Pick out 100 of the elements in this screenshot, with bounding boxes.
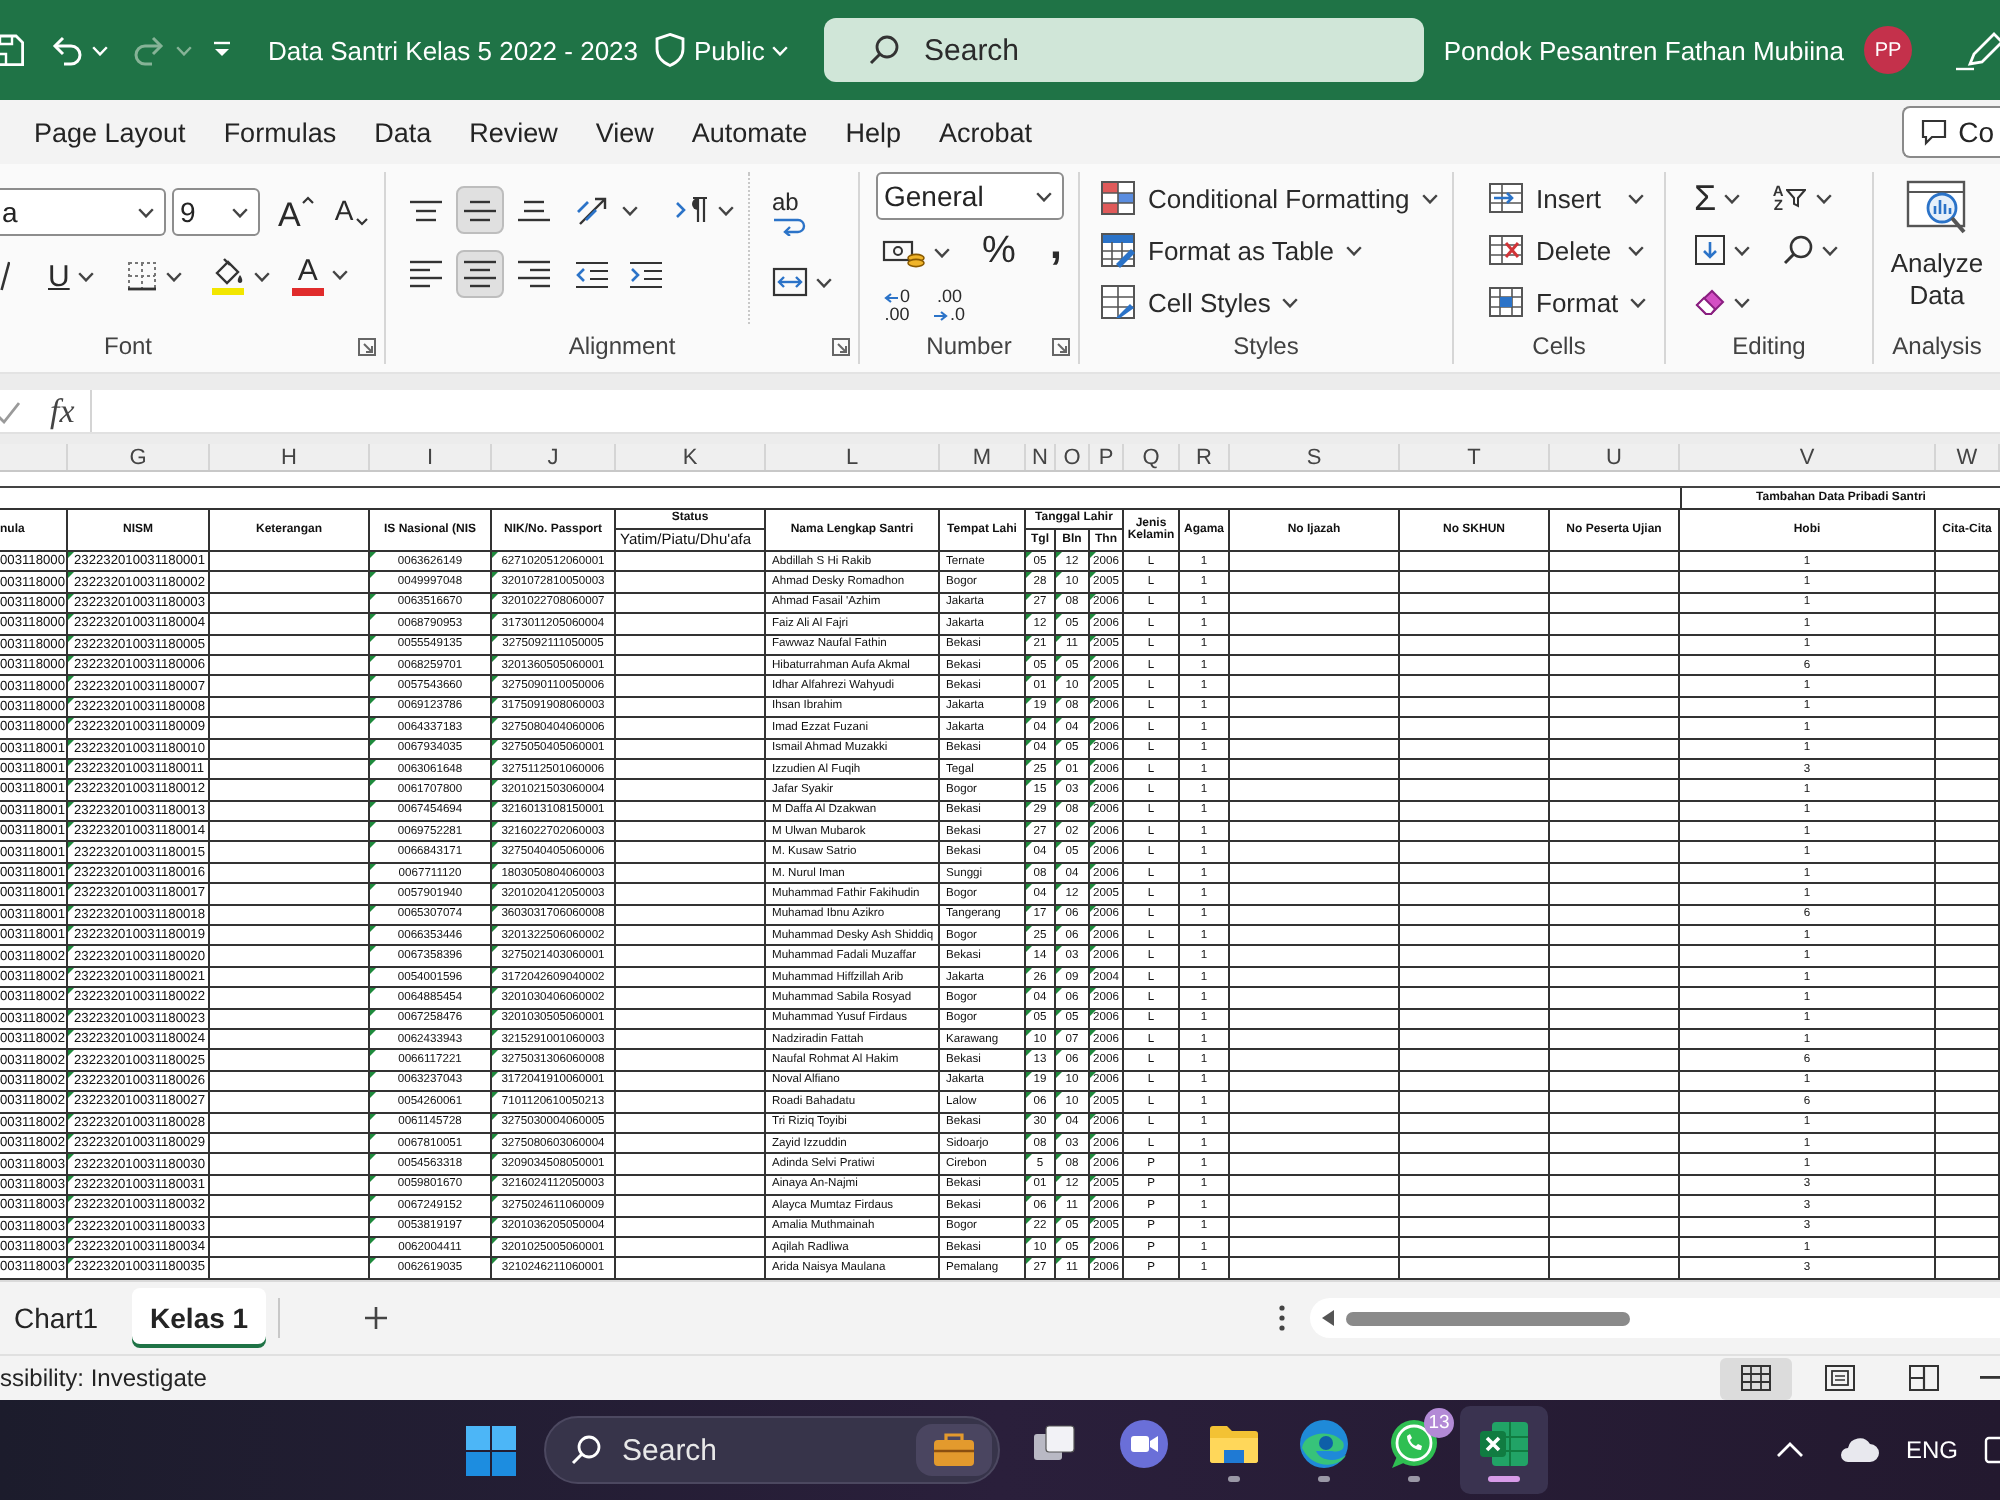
more-options-icon[interactable] [1278, 1304, 1286, 1332]
group-label: Editing [1732, 332, 1806, 360]
dialog-launcher-icon[interactable] [832, 337, 850, 355]
pen-icon[interactable] [1950, 28, 2000, 72]
wrap-text-button[interactable]: ab [766, 188, 814, 238]
customize-icon[interactable] [212, 40, 232, 60]
cell-styles-button[interactable]: Cell Styles [1094, 278, 1305, 326]
table-cell [1550, 801, 1680, 823]
start-icon[interactable] [466, 1425, 516, 1475]
dialog-launcher-icon[interactable] [358, 337, 376, 355]
column-header[interactable]: H [210, 444, 370, 470]
table-cell [1550, 1154, 1680, 1176]
table-cell [1550, 863, 1680, 885]
table-cell [1936, 1071, 2000, 1093]
column-header[interactable]: Q [1124, 444, 1180, 470]
delete-button[interactable]: Delete [1482, 226, 1650, 274]
dialog-launcher-icon[interactable] [1052, 337, 1070, 355]
column-header[interactable]: N [1026, 444, 1056, 470]
column-header[interactable]: I [370, 444, 492, 470]
group-label: Styles [1233, 332, 1299, 360]
shrink-font-button[interactable]: A [328, 188, 374, 236]
sensitivity-button[interactable]: Public [654, 20, 789, 80]
briefcase-icon[interactable] [916, 1424, 992, 1476]
group-label: Cells [1532, 332, 1586, 360]
left-triangle-icon[interactable] [1322, 1310, 1334, 1326]
menu-tab[interactable]: Page Layout [15, 104, 205, 160]
spreadsheet-app-button[interactable] [1460, 1406, 1548, 1494]
underline-button[interactable]: U [42, 252, 100, 300]
cloud-icon[interactable] [1835, 1436, 1880, 1464]
slash-icon[interactable] [0, 260, 10, 292]
search-field[interactable]: Search [824, 18, 1424, 82]
align-left-icon [408, 260, 444, 288]
avatar[interactable]: PP [1864, 26, 1912, 74]
column-header[interactable]: K [616, 444, 766, 470]
normal-view-button[interactable] [1720, 1357, 1792, 1399]
menu-tab[interactable]: Help [826, 104, 920, 160]
caret-icon [253, 271, 270, 281]
horizontal-scrollbar[interactable] [1310, 1298, 2000, 1338]
caret-icon [1421, 193, 1438, 203]
column-header[interactable]: G [68, 444, 210, 470]
column-header[interactable]: V [1680, 444, 1936, 470]
column-header[interactable]: J [492, 444, 616, 470]
table-cell [1936, 759, 2000, 781]
sheet-tab[interactable]: Chart1 [0, 1288, 117, 1348]
column-header[interactable]: M [940, 444, 1026, 470]
align-middle-button[interactable] [456, 186, 504, 234]
table-cell [1936, 1133, 2000, 1155]
check-icon[interactable] [0, 399, 20, 423]
accessibility-status[interactable]: ssibility: Investigate [0, 1364, 207, 1392]
column-header[interactable]: O [1056, 444, 1090, 470]
increase-decimal-button[interactable]: 0 .00 [876, 284, 919, 328]
menu-tab[interactable]: Data [355, 104, 451, 160]
search-icon [868, 34, 900, 66]
table-cell [1936, 614, 2000, 636]
caret-down-icon [355, 218, 368, 226]
table-cell [1936, 718, 2000, 740]
column-header[interactable]: U [1550, 444, 1680, 470]
insert-button[interactable]: Insert [1482, 174, 1650, 222]
language-indicator[interactable]: ENG [1905, 1436, 1958, 1464]
grow-font-button[interactable]: A [272, 188, 321, 236]
column-header[interactable]: P [1090, 444, 1124, 470]
chevron-up-icon[interactable] [1775, 1442, 1804, 1458]
align-center-button[interactable] [456, 250, 504, 298]
number-format-field[interactable]: General [876, 172, 1064, 220]
insert-function-button[interactable]: fx [50, 391, 75, 431]
decrease-decimal-button[interactable]: .00 .0 [926, 284, 974, 328]
format-as-table-button[interactable]: Format as Table [1094, 226, 1368, 274]
table-cell [1550, 842, 1680, 864]
menu-tab[interactable]: Review [450, 104, 577, 160]
autosum-button[interactable]: Σ [1688, 174, 1747, 222]
notification-badge: 13 [1424, 1408, 1454, 1438]
menu-tab[interactable]: Formulas [204, 104, 356, 160]
column-header[interactable]: T [1400, 444, 1550, 470]
sheet-tab[interactable]: Kelas 1 [132, 1288, 267, 1348]
caret-icon [1724, 193, 1741, 203]
column-header[interactable]: S [1230, 444, 1400, 470]
column-header[interactable]: W [1936, 444, 2000, 470]
column-header[interactable]: R [1180, 444, 1230, 470]
format-button[interactable]: Format [1482, 278, 1650, 326]
group-label: Number [926, 332, 1012, 360]
analyze-data-button[interactable]: Analyze Data [1879, 176, 1995, 314]
menu-tab[interactable]: Acrobat [919, 104, 1051, 160]
menu-tab[interactable]: Automate [672, 104, 827, 160]
percent-style-button[interactable]: % [976, 228, 1022, 276]
plus-icon[interactable] [364, 1306, 389, 1330]
font-name-field[interactable]: a [0, 188, 166, 236]
comma-style-button[interactable]: , [1041, 228, 1070, 276]
font-size-field[interactable]: 9 [172, 188, 260, 236]
minus-icon[interactable] [1980, 1376, 2000, 1380]
font-color-button[interactable]: A [287, 252, 352, 300]
caret-icon [176, 45, 192, 55]
table-cell [1550, 718, 1680, 740]
tray-icon[interactable] [1984, 1436, 2000, 1464]
menu-tab[interactable]: View [576, 104, 673, 160]
column-header[interactable]: L [766, 444, 940, 470]
conditional-formatting-button[interactable]: Conditional Formatting [1094, 174, 1444, 222]
table-cell [1936, 946, 2000, 968]
table-cell [1550, 676, 1680, 698]
scrollbar-thumb[interactable] [1346, 1311, 1630, 1325]
comments-button[interactable]: Co [1902, 106, 2000, 158]
